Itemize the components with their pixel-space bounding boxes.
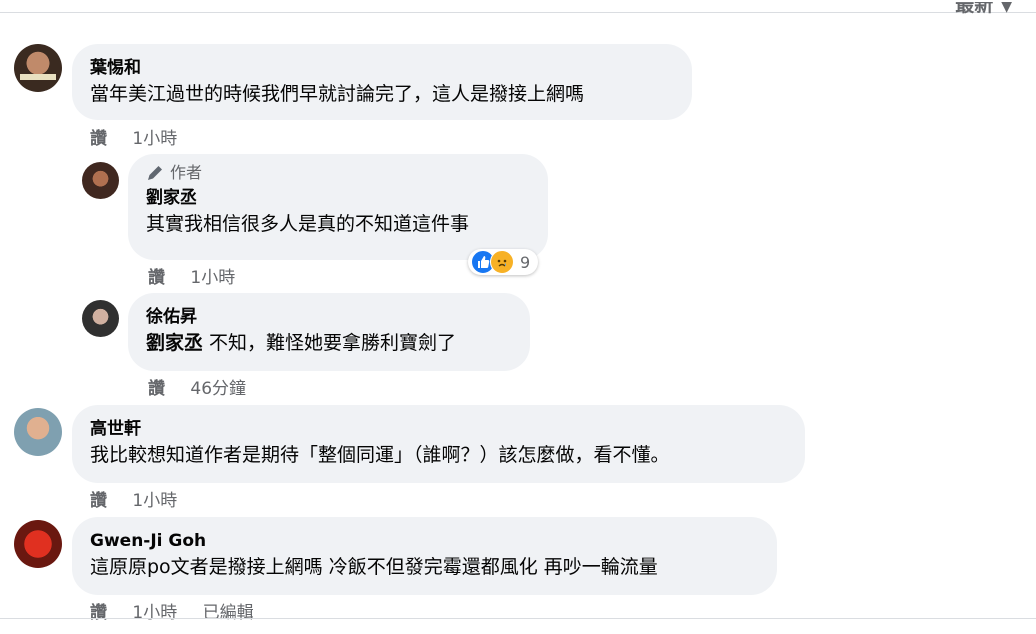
timestamp[interactable]: 46分鐘 [190, 379, 246, 399]
commenter-name[interactable]: 劉家丞 [146, 186, 530, 210]
comment-actions: 讚 1小時 [148, 263, 255, 288]
caret-down-icon: ▼ [1001, 2, 1012, 15]
avatar[interactable] [14, 44, 62, 92]
comment-text: 當年美江過世的時候我們早就討論完了，這人是撥接上網嗎 [90, 83, 585, 105]
like-button[interactable]: 讚 [90, 491, 107, 511]
comment-bubble: 高世軒 我比較想知道作者是期待「整個同運」（誰啊？）該怎麼做，看不懂。 [72, 405, 805, 483]
commenter-name[interactable]: 徐佑昇 [146, 305, 512, 329]
comment-actions: 讚 46分鐘 [148, 374, 266, 399]
author-badge-label: 作者 [170, 163, 203, 182]
pencil-icon [148, 166, 162, 180]
timestamp[interactable]: 1小時 [132, 603, 177, 623]
comment-bubble: 作者 劉家丞 其實我相信很多人是真的不知道這件事 [128, 154, 548, 260]
avatar[interactable] [82, 162, 119, 199]
reactions-summary[interactable]: 9 [468, 249, 539, 275]
avatar[interactable] [82, 300, 119, 337]
comment-text: 其實我相信很多人是真的不知道這件事 [146, 213, 470, 235]
timestamp[interactable]: 1小時 [190, 268, 235, 288]
timestamp[interactable]: 1小時 [132, 491, 177, 511]
avatar[interactable] [14, 520, 62, 568]
commenter-name[interactable]: Gwen-Ji Goh [90, 529, 759, 553]
edited-label[interactable]: 已編輯 [203, 603, 254, 623]
comment-bubble: 徐佑昇 劉家丞 不知，難怪她要拿勝利寶劍了 [128, 293, 530, 371]
comment-actions: 讚 1小時 [90, 486, 197, 511]
sort-dropdown[interactable]: 最新 ▼ [955, 2, 1012, 26]
sad-reaction-icon [490, 250, 514, 274]
comment-actions: 讚 1小時 已編輯 [90, 598, 274, 623]
comment-text: 不知，難怪她要拿勝利寶劍了 [203, 332, 457, 354]
commenter-name[interactable]: 葉惕和 [90, 56, 674, 80]
mention-link[interactable]: 劉家丞 [146, 332, 203, 354]
comment-bubble: Gwen-Ji Goh 這原原po文者是撥接上網嗎 冷飯不但發完霉還都風化 再吵… [72, 517, 777, 595]
like-button[interactable]: 讚 [148, 379, 165, 399]
comment-text: 我比較想知道作者是期待「整個同運」（誰啊？）該怎麼做，看不懂。 [90, 444, 670, 466]
like-button[interactable]: 讚 [90, 603, 107, 623]
commenter-name[interactable]: 高世軒 [90, 417, 787, 441]
timestamp[interactable]: 1小時 [132, 129, 177, 149]
comment-actions: 讚 1小時 [90, 124, 197, 149]
top-divider [0, 0, 1036, 13]
like-button[interactable]: 讚 [148, 268, 165, 288]
sort-label: 最新 [955, 2, 994, 16]
like-button[interactable]: 讚 [90, 129, 107, 149]
reaction-count: 9 [520, 252, 531, 272]
author-badge: 作者 [146, 162, 530, 184]
comment-text: 這原原po文者是撥接上網嗎 冷飯不但發完霉還都風化 再吵一輪流量 [90, 556, 658, 578]
comment-bubble: 葉惕和 當年美江過世的時候我們早就討論完了，這人是撥接上網嗎 [72, 44, 692, 120]
bottom-divider [0, 618, 1036, 619]
avatar[interactable] [14, 408, 62, 456]
